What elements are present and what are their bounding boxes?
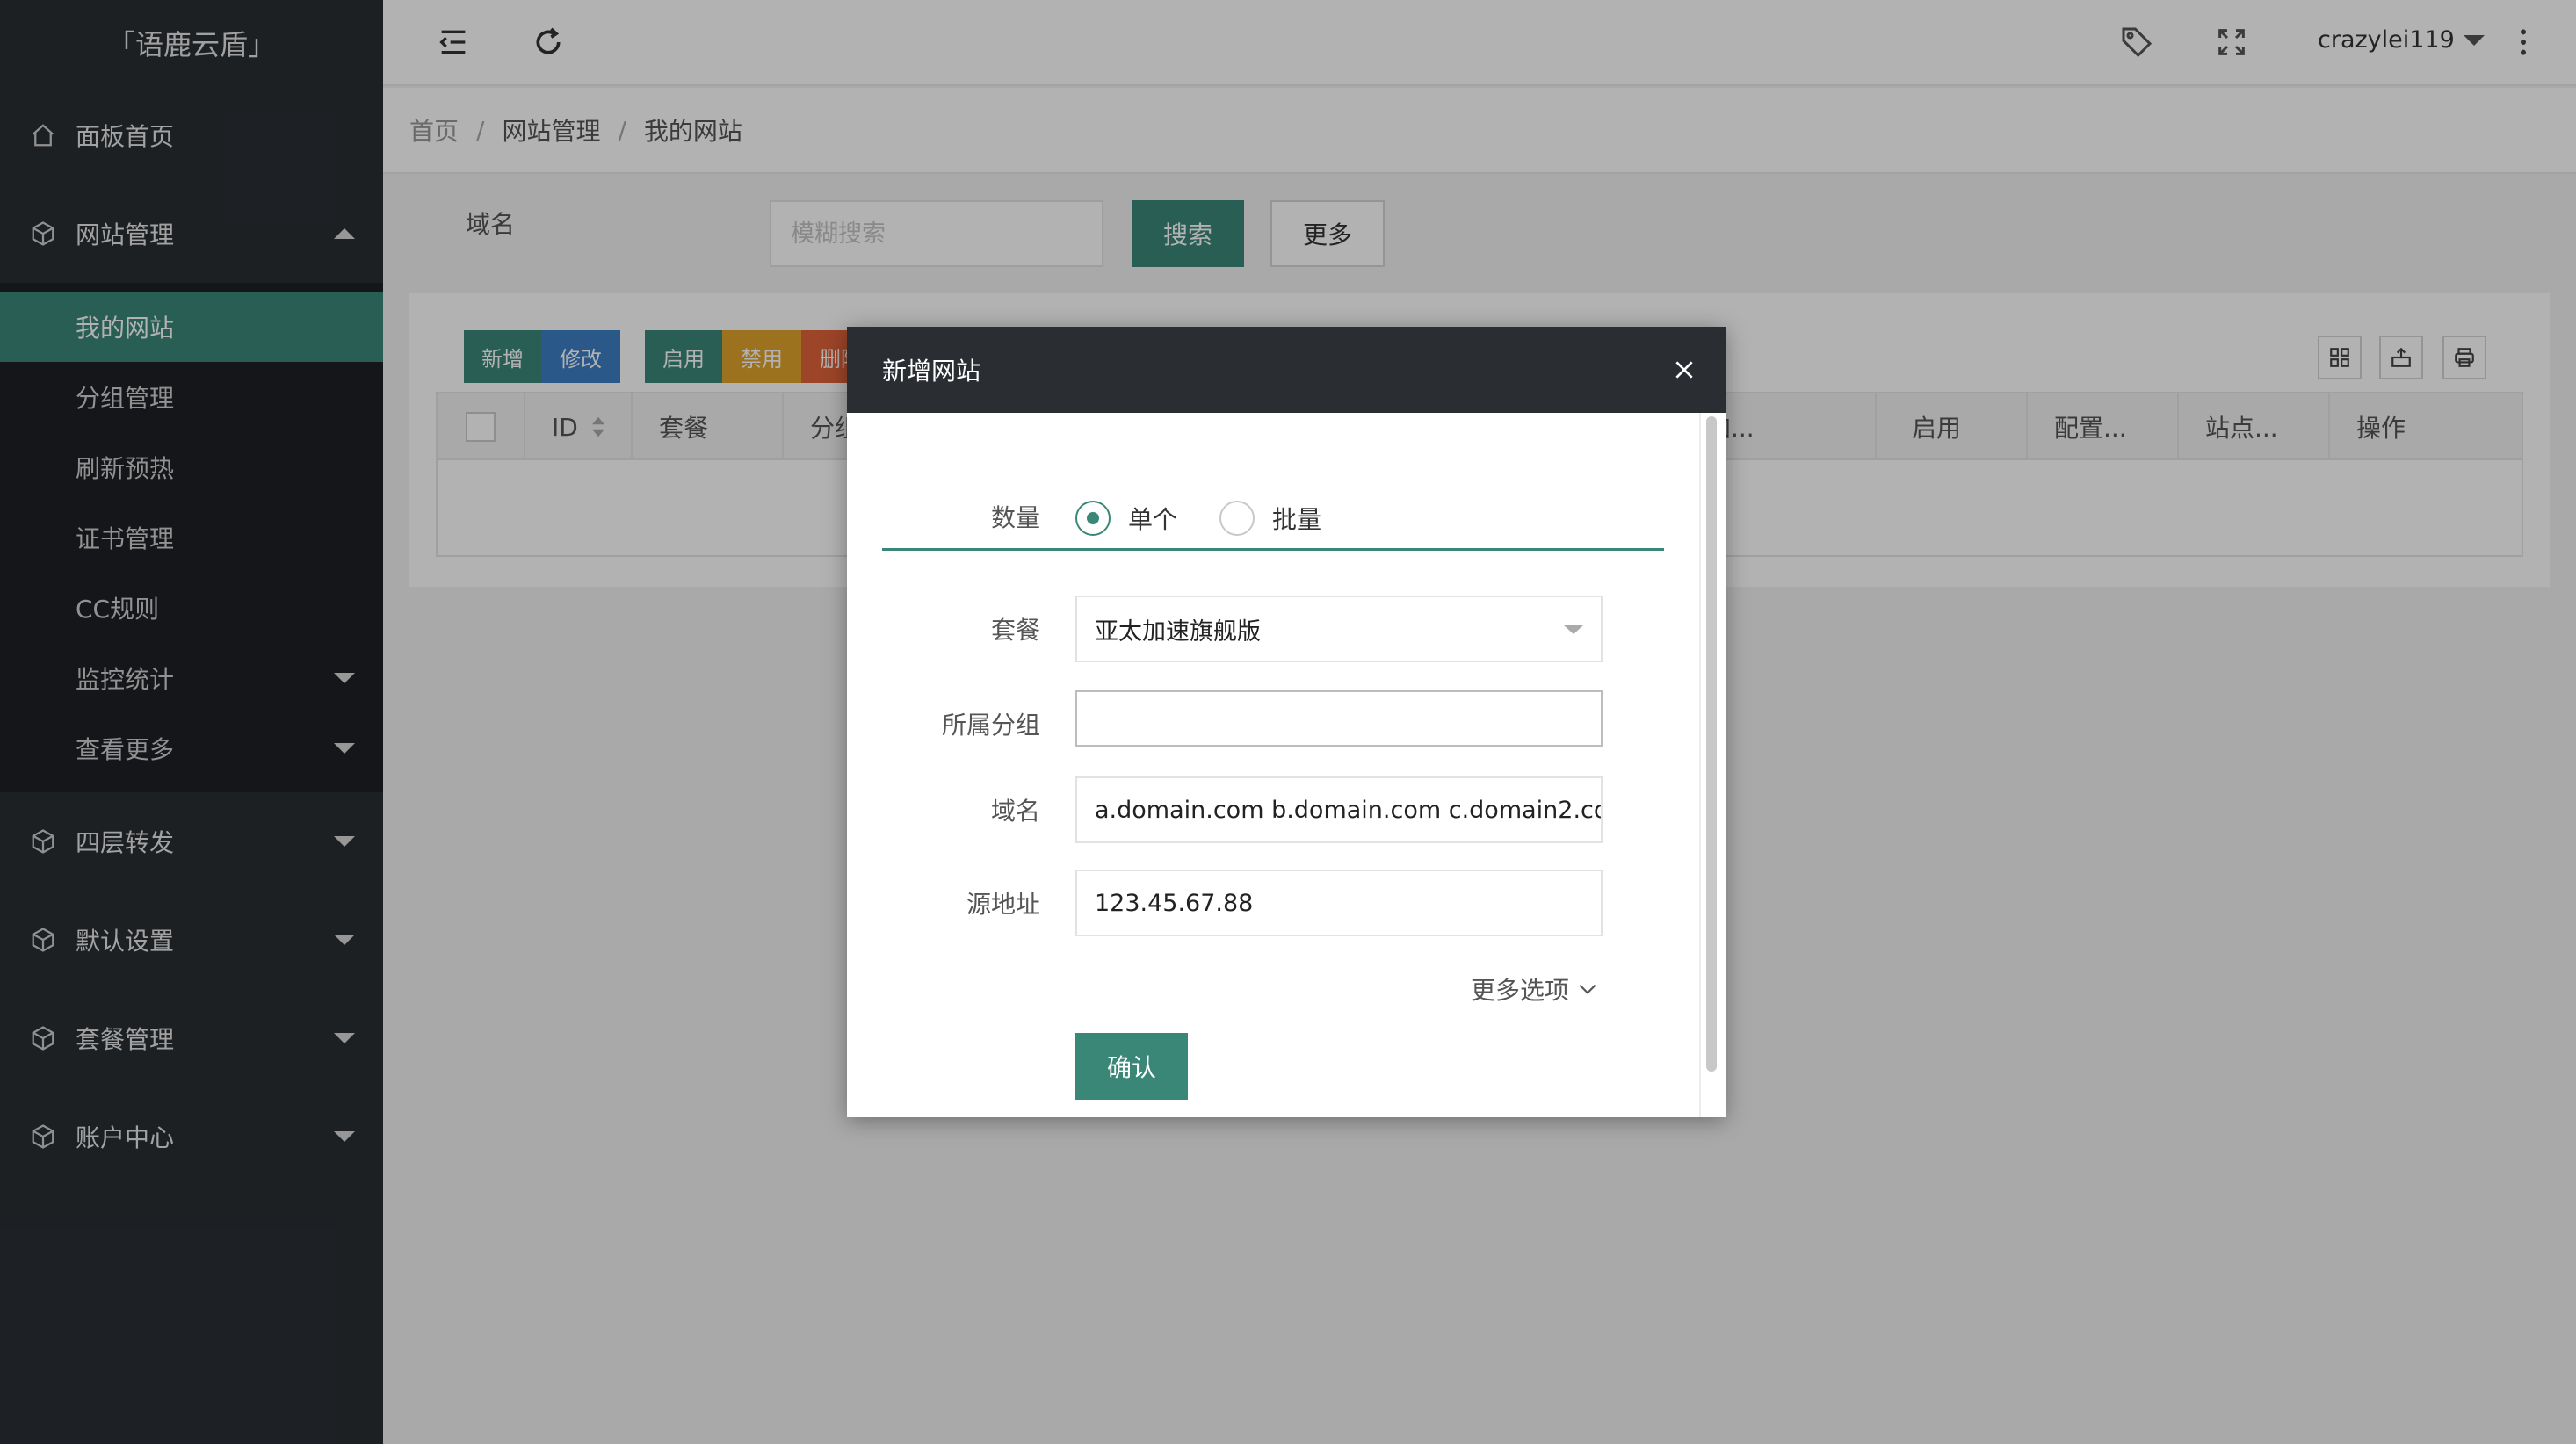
close-icon[interactable]	[1673, 358, 1696, 381]
domain-value: a.domain.com b.domain.com c.domain2.com	[1095, 796, 1603, 824]
plan-selected-value: 亚太加速旗舰版	[1095, 617, 1261, 646]
confirm-button[interactable]: 确认	[1075, 1033, 1188, 1100]
dialog-scrollbar[interactable]	[1706, 416, 1717, 1072]
domain-input[interactable]: a.domain.com b.domain.com c.domain2.com	[1075, 776, 1603, 843]
domain-label: 域名	[990, 797, 1040, 826]
origin-value: 123.45.67.88	[1095, 889, 1254, 917]
quantity-batch-label[interactable]: 批量	[1272, 501, 1321, 536]
plan-label: 套餐	[990, 616, 1040, 645]
chevron-down-icon	[1579, 984, 1596, 994]
add-website-dialog: 新增网站 数量 单个 批量 套餐 亚太加速旗舰版 所属分组 域名 a.domai…	[847, 327, 1726, 1117]
more-options-label: 更多选项	[1471, 976, 1570, 1005]
chevron-down-icon	[1564, 625, 1583, 634]
dialog-title-bar: 新增网站	[847, 327, 1726, 413]
quantity-label: 数量	[990, 503, 1040, 532]
origin-address-input[interactable]: 123.45.67.88	[1075, 870, 1603, 936]
quantity-batch-radio[interactable]	[1219, 501, 1255, 536]
quantity-divider	[882, 548, 1664, 551]
origin-label: 源地址	[966, 890, 1040, 919]
plan-select[interactable]: 亚太加速旗舰版	[1075, 596, 1603, 662]
group-label: 所属分组	[941, 711, 1040, 740]
more-options-toggle[interactable]: 更多选项	[1471, 971, 1599, 1007]
dialog-title: 新增网站	[882, 357, 981, 386]
quantity-single-radio[interactable]	[1075, 501, 1111, 536]
group-input[interactable]	[1075, 690, 1603, 747]
dialog-scrollbar-track	[1699, 413, 1701, 1117]
quantity-single-label[interactable]: 单个	[1128, 501, 1177, 536]
